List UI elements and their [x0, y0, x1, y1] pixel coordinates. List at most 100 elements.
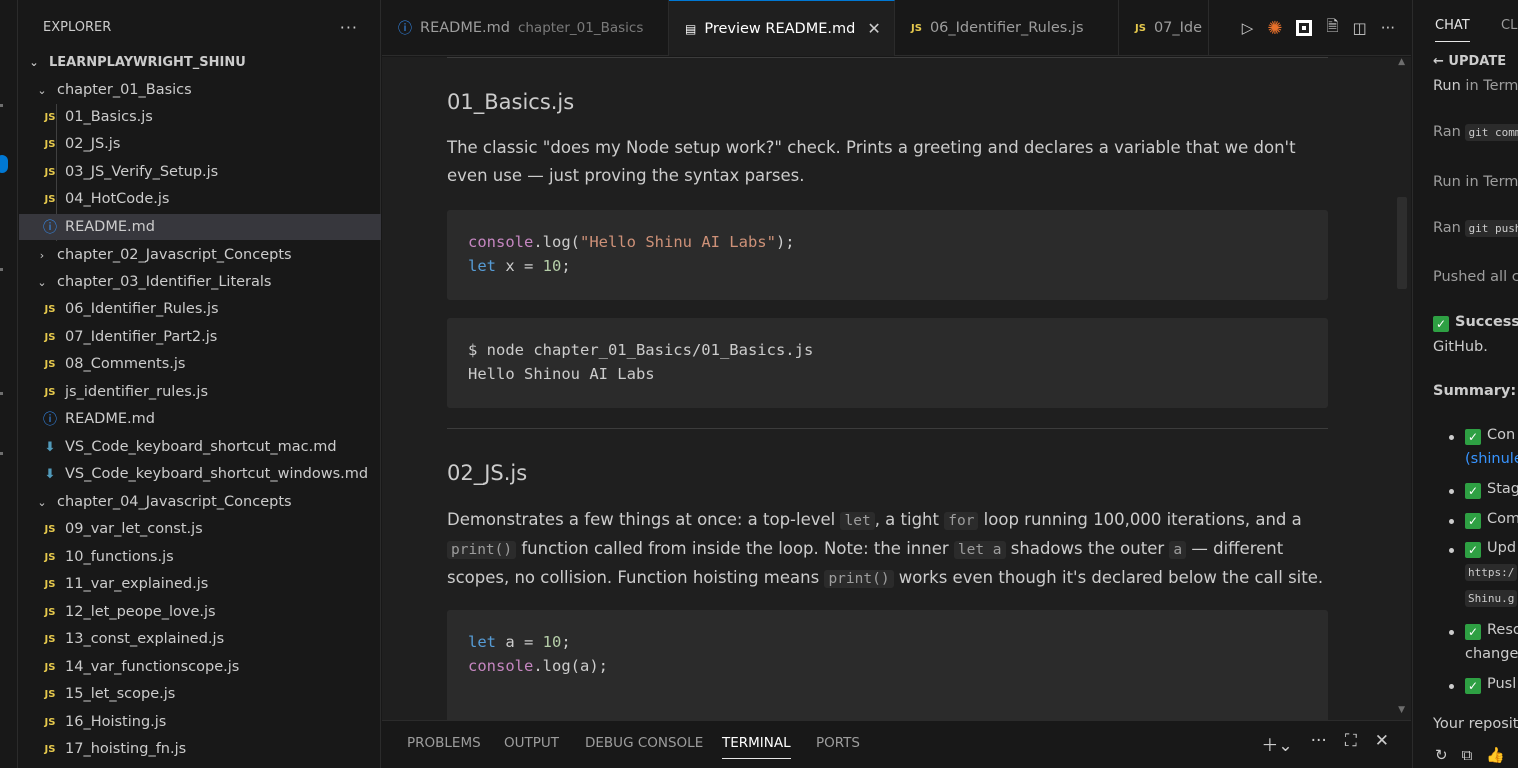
js-file-icon: JS — [44, 661, 56, 673]
file-row[interactable]: JS 10_functions.js — [19, 544, 381, 570]
file-row[interactable]: JS 08_Comments.js — [19, 351, 381, 377]
file-row[interactable]: JS 06_Identifier_Rules.js — [19, 296, 381, 322]
js-file-icon: JS — [44, 331, 56, 343]
chat-code: https:/ — [1465, 564, 1518, 581]
close-icon[interactable]: ✕ — [1375, 731, 1389, 756]
file-row[interactable]: JS 14_var_functionscope.js — [19, 654, 381, 680]
inline-code: print() — [447, 541, 517, 559]
text: Stag — [1487, 481, 1518, 497]
folder-chapter-02[interactable]: › chapter_02_Javascript_Concepts — [19, 242, 381, 268]
file-row[interactable]: JS 02_JS.js — [19, 131, 381, 157]
file-row[interactable]: JS 01_Basics.js — [19, 104, 381, 130]
js-file-icon: JS — [44, 688, 56, 700]
file-row[interactable]: JS 07_Identifier_Part2.js — [19, 324, 381, 350]
more-actions-icon[interactable]: ··· — [1381, 19, 1395, 37]
panel-tab-ports[interactable]: PORTS — [816, 735, 860, 751]
check-icon: ✓ — [1465, 429, 1481, 445]
folder-chapter-01[interactable]: ⌄ chapter_01_Basics — [19, 77, 381, 103]
code-token: 10 — [542, 257, 562, 275]
code-token: x = — [496, 257, 543, 275]
split-editor-icon[interactable]: ◫ — [1353, 19, 1367, 37]
vscode-window: EXPLORER ··· ⌄ LEARNPLAYWRIGHT_SHINU ⌄ c… — [0, 0, 1518, 768]
file-row[interactable]: ⬇ VS_Code_keyboard_shortcut_mac.md — [19, 434, 381, 460]
folder-chapter-03[interactable]: ⌄ chapter_03_Identifier_Literals — [19, 269, 381, 295]
tab-identifier-rules[interactable]: JS 06_Identifier_Rules.js — [895, 0, 1119, 56]
file-row[interactable]: ⓘ README.md — [19, 406, 381, 432]
open-source-icon[interactable]: 🗎 — [1326, 16, 1338, 41]
tab-readme-md[interactable]: ⓘ README.md chapter_01_Basics — [382, 0, 669, 56]
retry-icon[interactable]: ↻ — [1435, 746, 1448, 764]
check-icon: ✓ — [1465, 678, 1481, 694]
file-label: 08_Comments.js — [65, 356, 186, 372]
text: works even though it's declared below th… — [893, 568, 1324, 587]
vertical-scrollbar[interactable] — [1397, 197, 1407, 289]
check-icon: ✓ — [1433, 316, 1449, 332]
js-file-icon: JS — [44, 551, 56, 563]
panel-tab-debug-console[interactable]: DEBUG CONSOLE — [585, 735, 703, 751]
activity-badge[interactable] — [0, 155, 8, 173]
file-row[interactable]: JS 17_hoisting_fn.js — [19, 736, 381, 762]
file-row[interactable]: ⬇ VS_Code_keyboard_shortcut_windows.md — [19, 461, 381, 487]
file-row[interactable]: JS 04_HotCode.js — [19, 186, 381, 212]
file-row-selected[interactable]: ⓘ README.md — [19, 214, 381, 240]
copy-icon[interactable]: ⧉ — [1462, 746, 1473, 764]
chat-back-header[interactable]: ← UPDATE — [1433, 54, 1506, 69]
js-file-icon: JS — [44, 111, 56, 123]
code-token: ; — [561, 633, 571, 651]
file-label: VS_Code_keyboard_shortcut_mac.md — [65, 439, 337, 455]
run-icon[interactable]: ▷ — [1242, 19, 1254, 37]
js-file-icon: JS — [44, 166, 56, 178]
tab-cl[interactable]: CL — [1501, 18, 1517, 33]
scroll-up-icon[interactable]: ▲ — [1398, 57, 1405, 67]
file-row[interactable]: JS 12_let_peope_love.js — [19, 599, 381, 625]
file-row[interactable]: JS 09_var_let_const.js — [19, 516, 381, 542]
chat-list-item: ✓ Reso — [1465, 622, 1518, 640]
bullet — [1449, 684, 1454, 689]
file-label: 12_let_peope_love.js — [65, 604, 216, 620]
text: shadows the outer — [1005, 539, 1170, 558]
bullet — [1449, 489, 1454, 494]
chat-link[interactable]: (shinule — [1465, 451, 1518, 467]
chat-step: Pushed all co — [1433, 269, 1518, 285]
file-row[interactable]: JS 03_JS_Verify_Setup.js — [19, 159, 381, 185]
code-block: let a = 10; console.log(a); — [447, 610, 1328, 720]
thumbs-up-icon[interactable]: 👍 — [1486, 746, 1505, 764]
explorer-title: EXPLORER — [43, 19, 112, 35]
file-row[interactable]: JS 15_let_scope.js — [19, 681, 381, 707]
chevron-down-icon: ⌄ — [37, 495, 47, 509]
link-text[interactable]: (shinule — [1465, 451, 1518, 467]
editor-actions: ▷ ✺ 🗎 ◫ ··· — [1242, 0, 1395, 56]
file-label: 16_Hoisting.js — [65, 714, 167, 730]
panel-tab-problems[interactable]: PROBLEMS — [407, 735, 481, 751]
panel-tab-terminal[interactable]: TERMINAL — [722, 735, 791, 759]
file-label: 06_Identifier_Rules.js — [65, 301, 219, 317]
file-row[interactable]: JS 11_var_explained.js — [19, 571, 381, 597]
file-row[interactable]: JS 16_Hoisting.js — [19, 709, 381, 735]
file-row[interactable]: JS js_identifier_rules.js — [19, 379, 381, 405]
code-token: 10 — [542, 633, 562, 651]
more-actions-icon[interactable]: ··· — [1311, 731, 1327, 756]
maximize-panel-icon[interactable]: ⛶ — [1345, 731, 1357, 756]
tab-chat[interactable]: CHAT — [1435, 18, 1470, 42]
file-row[interactable]: JS 13_const_explained.js — [19, 626, 381, 652]
close-icon[interactable]: ✕ — [867, 19, 880, 38]
tab-identifier-part2[interactable]: JS 07_Ide — [1119, 0, 1209, 56]
code-token: .log(a); — [533, 657, 608, 675]
text: Com — [1487, 511, 1518, 527]
scroll-down-icon[interactable]: ▼ — [1398, 705, 1405, 715]
panel-tab-output[interactable]: OUTPUT — [504, 735, 559, 751]
workspace-root[interactable]: ⌄ LEARNPLAYWRIGHT_SHINU — [19, 49, 381, 75]
tab-preview-readme[interactable]: ▤ Preview README.md ✕ — [669, 0, 895, 56]
chat-list-item: ✓ Con — [1465, 427, 1515, 445]
js-file-icon: JS — [1135, 22, 1146, 34]
chat-list-item: ✓ Stag — [1465, 481, 1518, 499]
sparkle-icon[interactable]: ✺ — [1267, 18, 1282, 39]
toggle-square-icon[interactable] — [1296, 20, 1313, 36]
more-actions-icon[interactable]: ··· — [340, 18, 358, 37]
heading-02-js: 02_JS.js — [447, 461, 528, 485]
folder-chapter-04[interactable]: ⌄ chapter_04_Javascript_Concepts — [19, 489, 381, 515]
inline-code: https:/ — [1465, 564, 1518, 581]
chat-summary: Summary: — [1433, 383, 1517, 399]
new-terminal-icon[interactable]: ＋⌄ — [1261, 731, 1292, 756]
chat-text: GitHub. — [1433, 339, 1488, 355]
